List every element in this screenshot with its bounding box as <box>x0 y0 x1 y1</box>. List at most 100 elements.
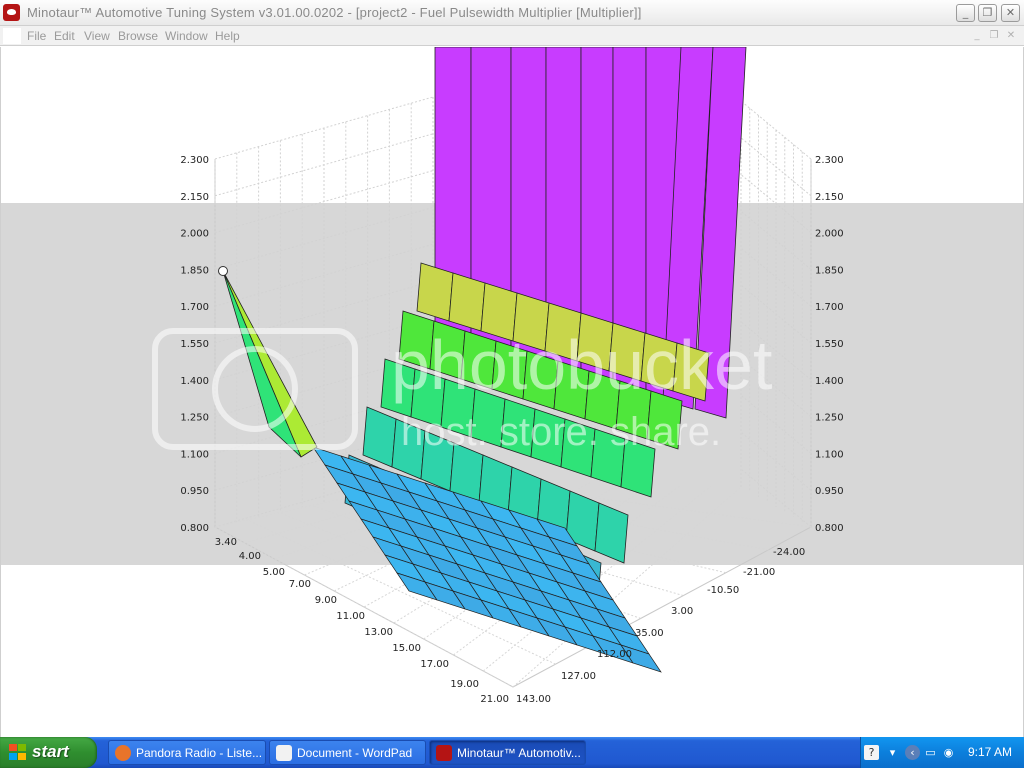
selected-point-marker <box>218 266 228 276</box>
grid-line <box>740 247 812 307</box>
z-tick-label-right: 1.700 <box>815 302 844 313</box>
x-tick-label: 3.40 <box>215 537 237 548</box>
task-label: Minotaur™ Automotiv... <box>457 746 581 760</box>
speaker-icon[interactable]: ◉ <box>941 745 956 760</box>
z-tick-label-right: 2.150 <box>815 192 844 203</box>
surface-facet <box>576 312 614 372</box>
z-tick-label-right: 1.400 <box>815 376 844 387</box>
surface-facet <box>522 350 559 410</box>
surface-facet <box>429 320 466 380</box>
network-icon[interactable]: ▾ <box>885 745 900 760</box>
grid-line <box>740 431 812 491</box>
z-tick-label-right: 0.950 <box>815 486 844 497</box>
z-tick-label-left: 1.850 <box>180 265 209 276</box>
menu-help[interactable]: Help <box>215 29 240 43</box>
menu-file[interactable]: File <box>27 29 46 43</box>
x-tick-label: 9.00 <box>315 595 337 606</box>
surface-facet <box>440 378 476 438</box>
surface-facet <box>615 380 652 440</box>
surface-facet <box>398 310 435 370</box>
z-tick-label-left: 0.800 <box>180 523 209 534</box>
menu-bar: File Edit View Browse Window Help _ ❐ ✕ <box>0 26 1024 46</box>
surface-facet <box>470 388 506 448</box>
surface-facet <box>491 340 528 400</box>
surface-chart[interactable]: 2.300 2.150 2.000 1.850 1.700 1.550 1.400 1.250… <box>1 47 1023 737</box>
chart-area: 2.300 2.150 2.000 1.850 1.700 1.550 1.400 1.250… <box>0 47 1024 737</box>
task-label: Document - WordPad <box>297 746 413 760</box>
z-tick-label-right: 1.250 <box>815 413 844 424</box>
minimize-button[interactable]: _ <box>956 4 975 22</box>
y-tick-label: 143.00 <box>516 694 551 705</box>
help-icon[interactable]: ? <box>864 745 879 760</box>
surface-facet <box>416 262 454 322</box>
surface-facet <box>620 438 656 498</box>
surface-facet <box>391 418 426 480</box>
z-tick-label-left: 2.300 <box>180 155 209 166</box>
clock: 9:17 AM <box>968 745 1013 759</box>
surface-facet <box>553 360 590 420</box>
surface-facet <box>584 370 621 430</box>
surface-facet <box>590 428 626 488</box>
z-tick-label-right: 1.850 <box>815 265 844 276</box>
surface-ridge <box>222 270 302 458</box>
z-tick-label-right: 2.000 <box>815 229 844 240</box>
document-icon[interactable] <box>3 28 21 44</box>
z-tick-label-left: 2.000 <box>180 229 209 240</box>
z-tick-label-left: 1.400 <box>180 376 209 387</box>
surface-facet <box>410 368 446 428</box>
mdi-minimize-button[interactable]: _ <box>970 29 984 42</box>
surface-facet <box>420 430 455 492</box>
start-button[interactable]: start <box>0 737 97 768</box>
y-tick-label: 35.00 <box>635 628 664 639</box>
title-bar: Minotaur™ Automotive Tuning System v3.01… <box>0 0 1024 26</box>
menu-view[interactable]: View <box>84 29 110 43</box>
close-button[interactable]: ✕ <box>1001 4 1020 22</box>
z-tick-label-left: 1.700 <box>180 302 209 313</box>
window-title: Minotaur™ Automotive Tuning System v3.01… <box>27 5 642 20</box>
x-tick-label: 15.00 <box>392 643 421 654</box>
x-tick-label: 19.00 <box>450 679 479 690</box>
surface-facet <box>448 272 486 332</box>
minotaur-app-icon[interactable] <box>3 4 20 21</box>
mdi-close-button[interactable]: ✕ <box>1004 29 1018 42</box>
tray-arrow-icon[interactable]: ‹ <box>905 745 920 760</box>
z-tick-label-right: 1.550 <box>815 339 844 350</box>
y-tick-label: -24.00 <box>773 547 805 558</box>
surface-facet <box>594 502 629 564</box>
grid-line <box>740 395 812 454</box>
task-minotaur[interactable]: Minotaur™ Automotiv... <box>429 740 586 765</box>
surface-facet <box>500 398 536 458</box>
surface-facet <box>640 332 678 392</box>
z-tick-label-right: 1.100 <box>815 449 844 460</box>
monitor-icon[interactable]: ▭ <box>923 745 938 760</box>
taskbar: start Pandora Radio - Liste... Document … <box>0 737 1024 768</box>
surface-facet <box>560 418 596 478</box>
menu-browse[interactable]: Browse <box>118 29 158 43</box>
y-tick-label: 3.00 <box>671 606 693 617</box>
x-tick-label: 4.00 <box>239 551 261 562</box>
system-tray: ? ▾ ‹ ▭ ◉ 9:17 AM <box>860 737 1024 768</box>
surface-facet <box>608 322 646 382</box>
x-tick-label: 17.00 <box>420 659 449 670</box>
start-label: start <box>32 742 69 761</box>
task-pandora[interactable]: Pandora Radio - Liste... <box>108 740 266 765</box>
z-tick-label-left: 0.950 <box>180 486 209 497</box>
menu-edit[interactable]: Edit <box>54 29 75 43</box>
x-tick-label: 13.00 <box>364 627 393 638</box>
x-tick-label: 5.00 <box>263 567 285 578</box>
mdi-restore-button[interactable]: ❐ <box>987 29 1001 42</box>
restore-button[interactable]: ❐ <box>978 4 997 22</box>
x-tick-label: 7.00 <box>289 579 311 590</box>
minotaur-icon <box>436 745 452 761</box>
menu-window[interactable]: Window <box>165 29 208 43</box>
surface-facet <box>646 390 683 450</box>
wordpad-icon <box>276 745 292 761</box>
z-tick-label-left: 1.100 <box>180 449 209 460</box>
z-tick-label-left: 1.250 <box>180 413 209 424</box>
task-wordpad[interactable]: Document - WordPad <box>269 740 426 765</box>
x-tick-label: 21.00 <box>480 694 509 705</box>
surface-facet <box>544 302 582 362</box>
y-tick-label: 127.00 <box>561 671 596 682</box>
x-tick-label: 11.00 <box>336 611 365 622</box>
y-tick-label: -10.50 <box>707 585 739 596</box>
